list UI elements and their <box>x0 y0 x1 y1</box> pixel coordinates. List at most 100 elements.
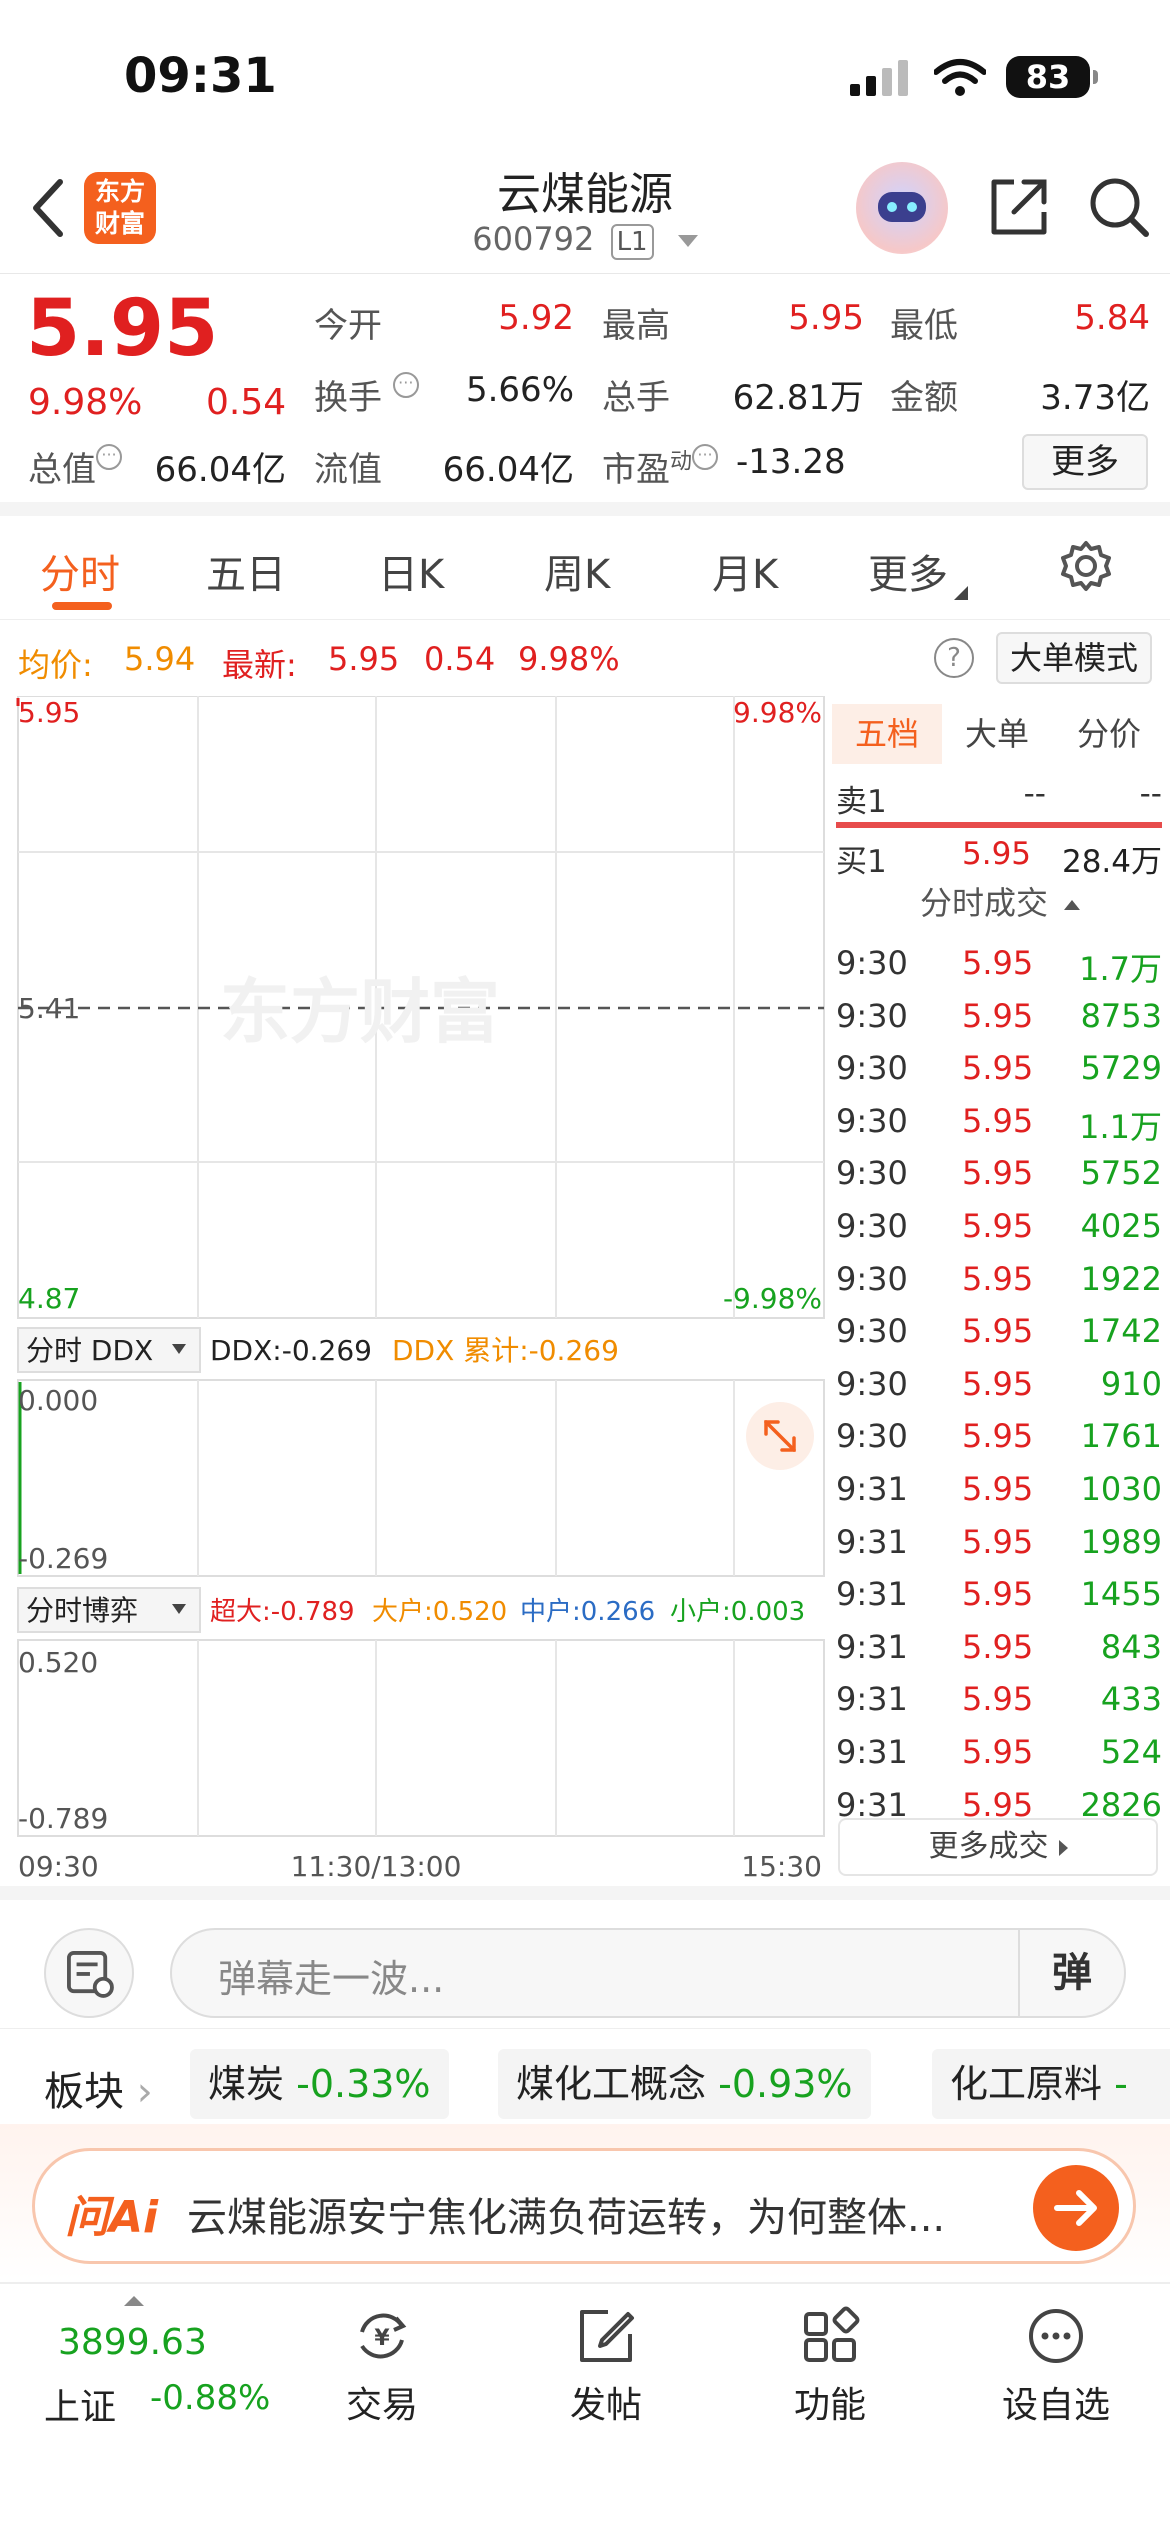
trade-row: 9:30 5.95 1.1万 <box>830 1098 1170 1150</box>
info-icon[interactable]: ··· <box>692 444 719 470</box>
low-value: 5.84 <box>1074 298 1150 338</box>
tab-weekly-k[interactable]: 周K <box>544 542 610 600</box>
nav-post-label: 发帖 <box>569 2385 642 2426</box>
change-amount: 0.54 <box>206 382 287 423</box>
danmaku-settings-icon <box>67 1951 114 1998</box>
big-order-mode-button[interactable]: 大单模式 <box>996 632 1152 684</box>
trades-title[interactable]: 分时成交 <box>830 878 1170 924</box>
nav-post[interactable]: 发帖 <box>536 2304 676 2428</box>
more-trades-button[interactable]: 更多成交 <box>838 1818 1158 1876</box>
game-grid <box>197 1640 735 1836</box>
trade-price: 5.95 <box>962 1312 1034 1351</box>
trade-price: 5.95 <box>962 944 1034 982</box>
trade-time: 9:30 <box>836 996 908 1035</box>
tab-price-distribution[interactable]: 分价 <box>1052 704 1166 764</box>
gear-icon[interactable] <box>1060 540 1112 592</box>
tab-daily-k[interactable]: 日K <box>378 542 444 600</box>
tab-five-day[interactable]: 五日 <box>206 542 286 600</box>
sector-chip-coal[interactable]: 煤炭 -0.33% <box>190 2049 449 2119</box>
trade-row: 9:30 5.95 8753 <box>830 993 1170 1045</box>
trade-volume: 1761 <box>1080 1417 1162 1456</box>
sector-chip-chemical-raw[interactable]: 化工原料 - <box>932 2049 1170 2119</box>
ai-question-pill[interactable]: 问Ai 云煤能源安宁焦化满负荷运转，为何整体... <box>32 2148 1136 2264</box>
sector-pct: -0.33% <box>296 2062 431 2106</box>
status-bar: 09:31 83 <box>0 0 1170 150</box>
trade-volume: 1.1万 <box>1079 1107 1162 1146</box>
stock-header: 东方 财富 云煤能源 600792 L1 <box>0 150 1170 274</box>
average-price-row: 均价: 5.94 最新: 5.95 0.54 9.98% ? 大单模式 <box>0 622 1170 696</box>
chevron-right-icon: › <box>136 2069 153 2115</box>
nav-trade[interactable]: ¥ 交易 <box>312 2304 452 2428</box>
float-value: 66.04亿 <box>442 450 574 490</box>
trade-price: 5.95 <box>962 1417 1034 1456</box>
more-trades-label: 更多成交 <box>928 1829 1049 1864</box>
nav-functions[interactable]: 功能 <box>760 2304 900 2428</box>
ddx-panel-frame <box>17 1379 825 1577</box>
trade-time: 9:30 <box>836 1207 908 1245</box>
grid-apps-icon <box>804 2306 860 2362</box>
info-icon[interactable]: ··· <box>96 444 122 470</box>
cellular-signal-icon <box>850 60 908 96</box>
sector-label[interactable]: 板块 › <box>44 2059 153 2117</box>
ddx-value: DDX:-0.269 <box>210 1334 372 1367</box>
ai-assistant-avatar[interactable] <box>856 162 948 254</box>
tab-big-orders[interactable]: 大单 <box>942 704 1052 764</box>
avg-value: 5.94 <box>124 640 196 678</box>
trades-title-text: 分时成交 <box>919 884 1048 922</box>
tab-five-levels[interactable]: 五档 <box>832 704 942 764</box>
pe-value: -13.28 <box>736 442 846 482</box>
chevron-down-icon <box>677 235 698 247</box>
chevron-up-icon <box>124 2296 144 2306</box>
order-book-tabs: 五档 大单 分价 <box>830 704 1170 764</box>
trade-row: 9:30 5.95 1761 <box>830 1413 1170 1465</box>
quote-summary: 5.95 9.98% 0.54 今开 5.92 最高 5.95 最低 5.84 … <box>0 276 1170 516</box>
trade-time: 9:30 <box>836 944 908 982</box>
amount-label: 金额 <box>890 378 958 418</box>
share-icon[interactable] <box>986 174 1052 240</box>
yuan-exchange-icon: ¥ <box>360 2313 407 2359</box>
search-icon[interactable] <box>1086 174 1152 240</box>
danmaku-toggle-button[interactable]: 弹 <box>1018 1930 1124 2016</box>
danmaku-input[interactable]: 弹幕走一波... 弹 <box>170 1928 1126 2018</box>
trade-volume: 1.7万 <box>1079 950 1162 988</box>
trade-price: 5.95 <box>962 1680 1034 1719</box>
help-icon[interactable]: ? <box>934 638 974 678</box>
nav-trade-label: 交易 <box>345 2385 418 2426</box>
trade-row: 9:31 5.95 1989 <box>830 1519 1170 1571</box>
robot-icon <box>878 192 926 222</box>
y-axis-bottom-label: 4.87 <box>18 1282 80 1315</box>
game-super: 超大:-0.789 <box>210 1597 355 1627</box>
sell1-price: -- <box>1023 776 1046 812</box>
buy1-label: 买1 <box>836 844 887 880</box>
tab-monthly-k[interactable]: 月K <box>712 542 778 600</box>
trade-price: 5.95 <box>962 1733 1034 1771</box>
tab-more-label: 更多 <box>868 552 948 598</box>
x-axis-start: 09:30 <box>18 1850 99 1883</box>
info-icon[interactable]: ··· <box>392 372 419 398</box>
sell1-label: 卖1 <box>836 784 887 820</box>
danmaku-list-button[interactable] <box>44 1928 134 2018</box>
trade-row: 9:30 5.95 1.7万 <box>830 940 1170 992</box>
danmaku-bar: 弹幕走一波... 弹 <box>0 1886 1170 2028</box>
trade-row: 9:31 5.95 843 <box>830 1624 1170 1676</box>
trade-time: 9:31 <box>836 1575 908 1614</box>
trade-price: 5.95 <box>962 1364 1034 1403</box>
last-price: 5.95 <box>26 284 219 374</box>
pe-label-text: 市盈 <box>602 450 670 490</box>
last-change: 0.54 <box>424 640 496 678</box>
sector-chip-coal-chemical[interactable]: 煤化工概念 -0.93% <box>498 2049 871 2119</box>
trade-price: 5.95 <box>962 1259 1034 1298</box>
turnover-label-text: 换手 <box>314 378 382 418</box>
trade-row: 9:30 5.95 5729 <box>830 1045 1170 1097</box>
turnover-label: 换手 ··· <box>314 370 419 419</box>
chevron-up-icon <box>1064 900 1080 910</box>
ai-go-button[interactable] <box>1033 2165 1119 2251</box>
trade-time: 9:30 <box>836 1154 908 1193</box>
x-axis-mid: 11:30/13:00 <box>291 1850 462 1883</box>
intraday-chart[interactable]: 东方财富 5.95 5.41 4.87 9.98% -9.98% 分时 DDX … <box>0 696 830 1886</box>
trade-volume: 910 <box>1100 1364 1162 1403</box>
tab-more[interactable]: 更多 <box>868 542 968 600</box>
tab-intraday[interactable]: 分时 <box>40 542 120 600</box>
nav-add-watchlist[interactable]: 设自选 <box>986 2304 1126 2428</box>
more-quote-button[interactable]: 更多 <box>1022 434 1148 490</box>
